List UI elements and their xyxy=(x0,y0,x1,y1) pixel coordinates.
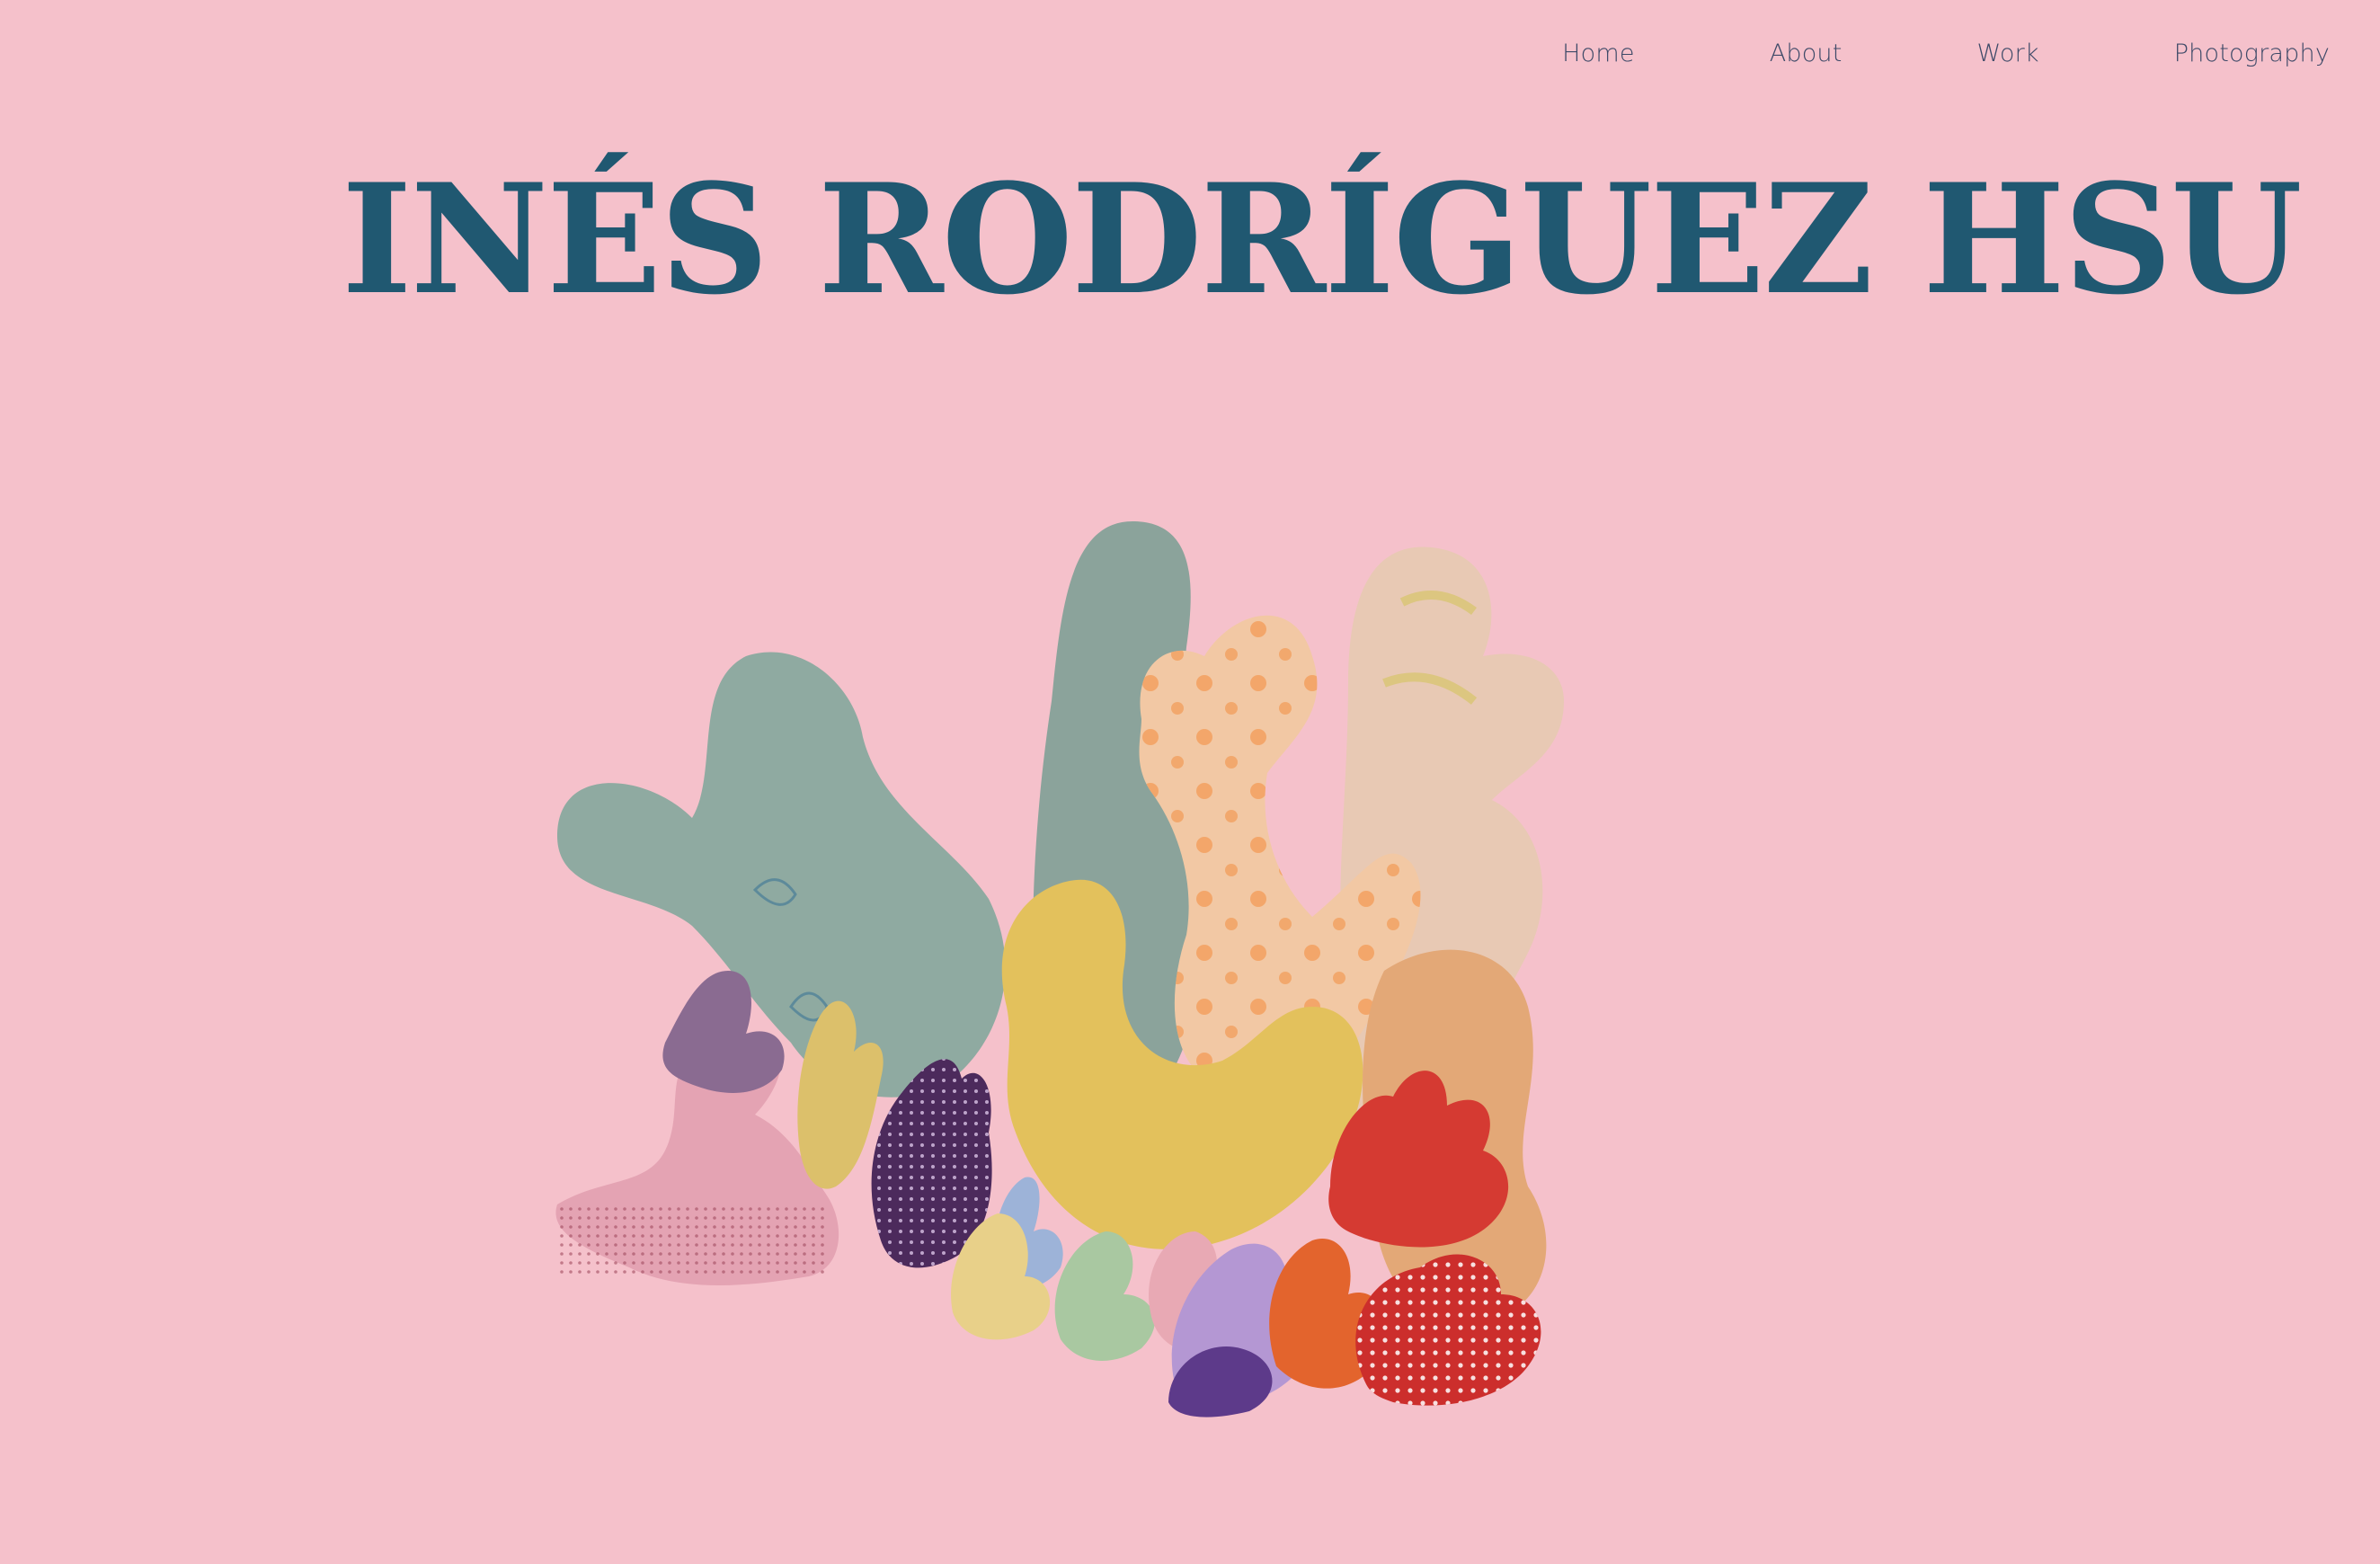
main-nav: Home About Work Photography xyxy=(1562,40,2330,67)
teal-coral-left xyxy=(557,652,1006,1097)
green-print-coral xyxy=(1054,1231,1155,1361)
coral-sculpture-illustration xyxy=(555,521,1564,1417)
hero-sculpture-image xyxy=(485,503,1869,1429)
nav-link-home[interactable]: Home xyxy=(1562,40,1635,67)
nav-link-about[interactable]: About xyxy=(1770,40,1843,67)
nav-link-photography[interactable]: Photography xyxy=(2174,40,2330,67)
site-title: INÉS RODRÍGUEZ HSU xyxy=(342,150,2303,328)
nav-link-work[interactable]: Work xyxy=(1977,40,2039,67)
